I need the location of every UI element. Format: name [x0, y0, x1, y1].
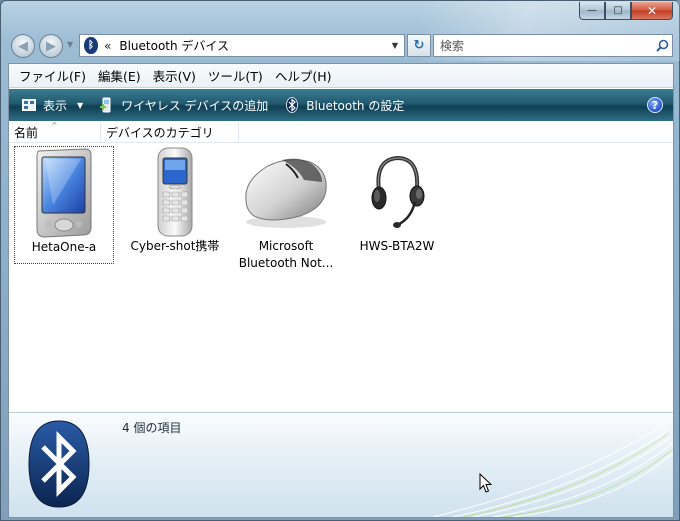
menu-edit[interactable]: 編集(E)	[92, 66, 147, 85]
address-dropdown-icon[interactable]: ▼	[392, 41, 398, 50]
recent-pages-dropdown-icon[interactable]: ▼	[67, 40, 73, 49]
menu-tools[interactable]: ツール(T)	[202, 66, 269, 85]
add-device-label: ワイヤレス デバイスの追加	[121, 98, 269, 113]
device-label: HWS-BTA2W	[359, 239, 435, 253]
breadcrumb-location[interactable]: Bluetooth デバイス	[119, 37, 229, 54]
column-device-category[interactable]: デバイスのカテゴリ	[101, 122, 239, 143]
add-device-icon	[99, 97, 115, 113]
search-input[interactable]	[434, 35, 652, 56]
search-box[interactable]	[433, 34, 673, 57]
device-label: Cyber-shot携帯	[130, 239, 220, 253]
column-header: 名前 ^ デバイスのカテゴリ	[9, 121, 673, 143]
device-list: HetaOne-a Cyber-shot携帯 Microsoft Bluetoo…	[9, 144, 673, 410]
address-bar[interactable]: ᛒ « Bluetooth デバイス ▼	[79, 34, 405, 57]
menu-help[interactable]: ヘルプ(H)	[269, 66, 338, 85]
bluetooth-settings-label: Bluetooth の設定	[306, 98, 405, 113]
minimize-button[interactable]: —	[579, 2, 605, 20]
caption-buttons: — □ ✕	[579, 2, 673, 20]
device-label-line1: Microsoft	[258, 239, 314, 253]
headset-icon	[347, 146, 447, 238]
view-button[interactable]: 表示 ▼	[15, 92, 89, 118]
sort-ascending-icon: ^	[51, 121, 58, 130]
refresh-button[interactable]: ↻	[407, 34, 431, 57]
column-name-label: 名前	[14, 126, 39, 140]
menu-bar: ファイル(F) 編集(E) 表示(V) ツール(T) ヘルプ(H)	[9, 64, 673, 88]
view-icon	[21, 97, 37, 113]
column-category-label: デバイスのカテゴリ	[106, 126, 214, 140]
navigation-bar: ◀ ▶ ▼ ᛒ « Bluetooth デバイス ▼ ↻	[9, 32, 673, 60]
pda-icon	[15, 147, 113, 239]
decorative-swoosh	[432, 424, 673, 517]
bluetooth-logo-icon	[28, 420, 90, 508]
device-label: HetaOne-a	[31, 240, 97, 254]
explorer-content: ファイル(F) 編集(E) 表示(V) ツール(T) ヘルプ(H) 表示 ▼ ワ…	[8, 63, 674, 518]
bluetooth-icon: ᛒ	[84, 37, 98, 54]
command-bar: 表示 ▼ ワイヤレス デバイスの追加 Bluetooth の設定 ?	[9, 89, 673, 121]
window-frame: — □ ✕ ◀ ▶ ▼ ᛒ « Bluetooth デバイス ▼ ↻ ファイル(…	[0, 0, 680, 521]
forward-button[interactable]: ▶	[39, 34, 63, 58]
device-item[interactable]: Cyber-shot携帯	[125, 146, 225, 255]
item-count: 4 個の項目	[122, 421, 182, 435]
chevron-down-icon: ▼	[77, 100, 84, 110]
add-wireless-device-button[interactable]: ワイヤレス デバイスの追加	[93, 92, 274, 118]
details-pane: 4 個の項目	[9, 412, 673, 517]
device-item[interactable]: HWS-BTA2W	[347, 146, 447, 255]
back-button[interactable]: ◀	[11, 34, 35, 58]
view-label: 表示	[43, 98, 68, 113]
bluetooth-settings-button[interactable]: Bluetooth の設定	[278, 92, 410, 118]
close-button[interactable]: ✕	[631, 2, 673, 20]
breadcrumb-overflow-chevron[interactable]: «	[104, 39, 111, 53]
menu-file[interactable]: ファイル(F)	[13, 66, 92, 85]
mobile-phone-icon	[125, 146, 225, 238]
column-name[interactable]: 名前 ^	[9, 121, 101, 143]
device-item[interactable]: Microsoft Bluetooth Not...	[236, 146, 336, 272]
bluetooth-settings-icon	[284, 97, 300, 113]
mouse-pointer-icon	[479, 473, 493, 493]
mouse-icon	[236, 146, 336, 238]
device-item[interactable]: HetaOne-a	[14, 146, 114, 264]
help-button[interactable]: ?	[647, 97, 663, 113]
search-icon[interactable]	[652, 36, 672, 56]
device-label-line2: Bluetooth Not...	[238, 256, 334, 270]
menu-view[interactable]: 表示(V)	[147, 66, 202, 85]
maximize-button[interactable]: □	[605, 2, 631, 20]
